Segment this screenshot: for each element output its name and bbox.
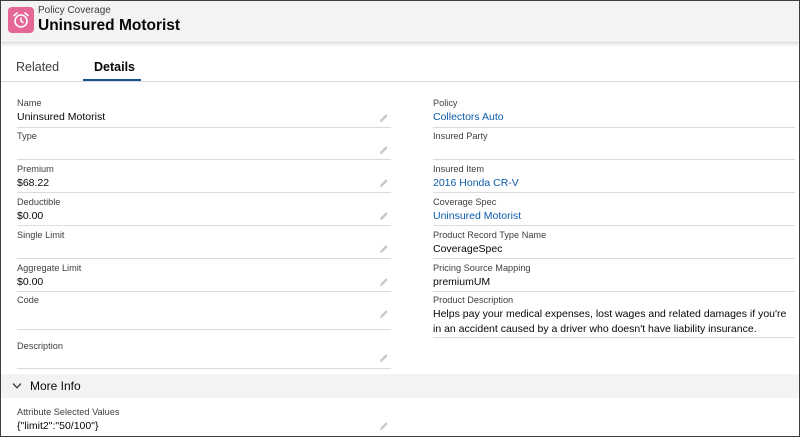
field-divider <box>17 192 391 193</box>
field-value: premiumUM <box>433 276 491 288</box>
section-title: More Info <box>30 379 81 393</box>
pencil-icon[interactable] <box>379 244 389 254</box>
field-divider <box>433 127 795 128</box>
field-label: Attribute Selected Values <box>17 407 120 417</box>
field-divider <box>17 225 391 226</box>
policy-link[interactable]: Collectors Auto <box>433 111 504 124</box>
field-divider <box>433 337 795 338</box>
tab-details[interactable]: Details <box>94 60 135 75</box>
field-divider <box>433 159 795 160</box>
insured-item-link[interactable]: 2016 Honda CR-V <box>433 177 519 190</box>
pencil-icon[interactable] <box>379 211 389 221</box>
pencil-icon[interactable] <box>379 421 389 431</box>
field-value: Uninsured Motorist <box>17 111 106 123</box>
field-label: Premium <box>17 164 54 174</box>
pencil-icon[interactable] <box>379 178 389 188</box>
field-label: Name <box>17 98 42 108</box>
field-divider <box>17 291 391 292</box>
field-label: Code <box>17 295 39 305</box>
pencil-icon[interactable] <box>379 277 389 287</box>
tab-related[interactable]: Related <box>16 60 59 75</box>
field-label: Aggregate Limit <box>17 263 82 273</box>
field-divider <box>433 192 795 193</box>
alarm-clock-icon <box>8 7 34 33</box>
field-label: Type <box>17 131 37 141</box>
field-label: Insured Item <box>433 164 485 174</box>
pencil-icon[interactable] <box>379 145 389 155</box>
record-title: Uninsured Motorist <box>38 17 181 34</box>
field-divider <box>17 368 391 369</box>
field-divider <box>433 291 795 292</box>
field-label: Product Description <box>433 295 514 305</box>
pencil-icon[interactable] <box>379 113 389 123</box>
field-label: Insured Party <box>433 131 488 141</box>
field-label: Description <box>17 341 63 351</box>
field-divider <box>17 127 391 128</box>
field-label: Single Limit <box>17 230 65 240</box>
field-label: Deductible <box>17 197 61 207</box>
field-value: $0.00 <box>17 210 44 222</box>
field-label: Policy <box>433 98 458 108</box>
field-value: {"limit2":"50/100"} <box>17 420 99 432</box>
field-label: Product Record Type Name <box>433 230 547 240</box>
field-divider <box>17 329 391 330</box>
more-info-section-header[interactable]: More Info <box>1 374 799 398</box>
chevron-down-icon <box>12 383 22 389</box>
pencil-icon[interactable] <box>379 309 389 319</box>
field-label: Pricing Source Mapping <box>433 263 531 273</box>
record-header: Policy Coverage Uninsured Motorist <box>1 1 799 43</box>
field-divider <box>433 225 795 226</box>
field-divider <box>17 258 391 259</box>
field-divider <box>17 159 391 160</box>
object-type-label: Policy Coverage <box>38 5 111 16</box>
field-divider <box>433 258 795 259</box>
field-value: $68.22 <box>17 177 50 189</box>
field-label: Coverage Spec <box>433 197 497 207</box>
field-value: $0.00 <box>17 276 44 288</box>
record-page: Policy Coverage Uninsured Motorist Relat… <box>0 0 800 437</box>
coverage-spec-link[interactable]: Uninsured Motorist <box>433 210 521 223</box>
pencil-icon[interactable] <box>379 353 389 363</box>
field-value: CoverageSpec <box>433 243 503 255</box>
active-tab-indicator <box>83 79 141 81</box>
tab-bar: Related Details <box>1 52 799 82</box>
field-value: Helps pay your medical expenses, lost wa… <box>433 308 787 335</box>
